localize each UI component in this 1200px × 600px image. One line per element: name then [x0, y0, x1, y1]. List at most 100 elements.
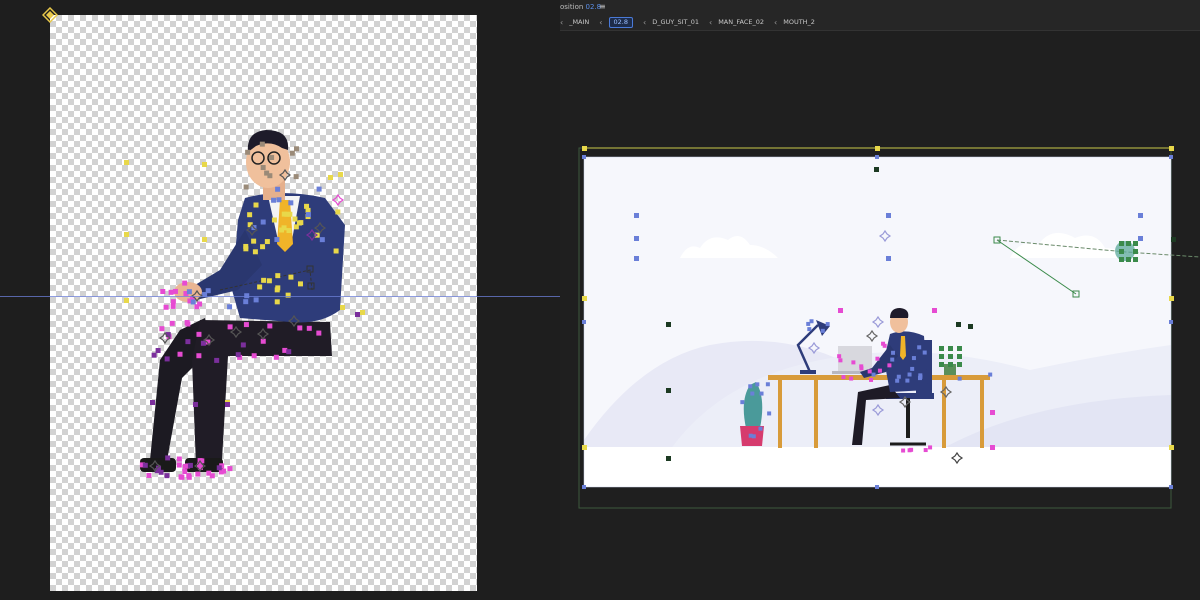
- rig-handle[interactable]: [261, 277, 267, 283]
- rig-handle[interactable]: [158, 469, 164, 475]
- rig-handle[interactable]: [988, 372, 993, 377]
- rig-handle[interactable]: [182, 469, 188, 475]
- rig-handle[interactable]: [634, 236, 639, 241]
- rig-handle[interactable]: [243, 299, 249, 305]
- rig-handle[interactable]: [886, 256, 891, 261]
- rig-handle[interactable]: [257, 284, 263, 290]
- rig-handle[interactable]: [292, 216, 298, 222]
- rig-handle[interactable]: [186, 289, 192, 295]
- rig-handle[interactable]: [750, 391, 755, 396]
- rig-handle[interactable]: [740, 400, 745, 405]
- rig-handle[interactable]: [990, 445, 995, 450]
- rig-handle[interactable]: [751, 434, 756, 439]
- layer-bounds-handle[interactable]: [1169, 320, 1173, 324]
- rig-handle[interactable]: [184, 320, 190, 326]
- rig-handle[interactable]: [1119, 241, 1124, 246]
- rig-handle[interactable]: [150, 400, 155, 405]
- rig-handle[interactable]: [755, 382, 760, 387]
- breadcrumb-item-guy-sit[interactable]: ‹ D_GUY_SIT_01: [643, 18, 699, 27]
- rig-handle[interactable]: [948, 362, 953, 367]
- rig-handle[interactable]: [355, 312, 360, 317]
- rig-handle[interactable]: [820, 328, 825, 333]
- rig-handle[interactable]: [875, 356, 880, 361]
- rig-handle[interactable]: [887, 363, 892, 368]
- rig-handle[interactable]: [968, 324, 973, 329]
- rig-handle[interactable]: [922, 350, 927, 355]
- rig-handle[interactable]: [271, 217, 277, 223]
- rig-handle[interactable]: [939, 354, 944, 359]
- rig-handle[interactable]: [891, 350, 896, 355]
- rig-handle[interactable]: [886, 213, 891, 218]
- rig-handle[interactable]: [216, 465, 222, 471]
- rig-handle[interactable]: [838, 358, 843, 363]
- rig-handle[interactable]: [807, 327, 812, 332]
- rig-handle[interactable]: [289, 150, 295, 156]
- rig-handle[interactable]: [235, 352, 241, 358]
- rig-handle[interactable]: [905, 378, 910, 383]
- rig-handle[interactable]: [172, 288, 178, 294]
- rig-handle[interactable]: [294, 146, 300, 152]
- rig-handle[interactable]: [297, 325, 303, 331]
- rig-handle[interactable]: [170, 303, 176, 309]
- rig-handle[interactable]: [253, 202, 259, 208]
- rig-handle[interactable]: [164, 356, 170, 362]
- rig-handle[interactable]: [227, 324, 233, 330]
- rig-handle[interactable]: [867, 369, 872, 374]
- rig-handle[interactable]: [901, 448, 906, 453]
- rig-handle[interactable]: [765, 382, 770, 387]
- rig-handle[interactable]: [240, 342, 246, 348]
- rig-handle[interactable]: [837, 354, 842, 359]
- rig-handle[interactable]: [1133, 257, 1138, 262]
- rig-handle[interactable]: [274, 237, 280, 243]
- rig-handle[interactable]: [266, 278, 272, 284]
- rig-handle[interactable]: [179, 474, 185, 480]
- composition-panel[interactable]: osition 02.8 ≡ ‹ _MAIN ‹ 02.8 ‹ D_GUY_SI…: [560, 0, 1200, 600]
- rig-handle[interactable]: [124, 298, 129, 303]
- rig-handle[interactable]: [1133, 249, 1138, 254]
- rig-handle[interactable]: [146, 472, 152, 478]
- rig-handle[interactable]: [634, 256, 639, 261]
- rig-handle[interactable]: [877, 368, 882, 373]
- rig-handle[interactable]: [957, 376, 962, 381]
- motion-target-blob[interactable]: [1115, 241, 1135, 261]
- rig-handle[interactable]: [990, 410, 995, 415]
- layer-bounds-handle[interactable]: [1169, 296, 1174, 301]
- rig-handle[interactable]: [328, 175, 333, 180]
- rig-handle[interactable]: [1133, 241, 1138, 246]
- rig-handle[interactable]: [298, 220, 304, 226]
- rig-handle[interactable]: [340, 305, 345, 310]
- rig-handle[interactable]: [185, 339, 191, 345]
- rig-handle[interactable]: [196, 331, 202, 337]
- rig-handle[interactable]: [288, 200, 294, 206]
- rig-handle[interactable]: [267, 323, 273, 329]
- rig-handle[interactable]: [911, 356, 916, 361]
- rig-handle[interactable]: [338, 172, 343, 177]
- rig-handle[interactable]: [251, 353, 257, 359]
- rig-handle[interactable]: [177, 351, 183, 357]
- rig-handle[interactable]: [193, 402, 198, 407]
- rig-handle[interactable]: [196, 353, 202, 359]
- rig-handle[interactable]: [948, 354, 953, 359]
- layer-bounds-handle[interactable]: [1169, 445, 1174, 450]
- rig-handle[interactable]: [182, 280, 188, 286]
- anchor-point-icon[interactable]: [42, 7, 58, 23]
- rig-handle[interactable]: [260, 244, 266, 250]
- rig-handle[interactable]: [316, 186, 322, 192]
- rig-handle[interactable]: [333, 248, 339, 254]
- rig-handle[interactable]: [806, 321, 811, 326]
- rig-handle[interactable]: [907, 372, 912, 377]
- rig-handle[interactable]: [851, 360, 856, 365]
- rig-handle[interactable]: [269, 155, 275, 161]
- breadcrumb-item-mouth[interactable]: ‹ MOUTH_2: [774, 18, 815, 27]
- rig-handle[interactable]: [159, 326, 165, 332]
- rig-handle[interactable]: [200, 340, 206, 346]
- breadcrumb-item-man-face[interactable]: ‹ MAN_FACE_02: [709, 18, 764, 27]
- layer-bounds-handle[interactable]: [875, 155, 879, 159]
- rig-handle[interactable]: [176, 462, 182, 468]
- rig-handle[interactable]: [306, 325, 312, 331]
- rig-handle[interactable]: [259, 141, 265, 147]
- rig-handle[interactable]: [825, 322, 830, 327]
- rig-handle[interactable]: [957, 354, 962, 359]
- rig-handle[interactable]: [335, 209, 341, 215]
- rig-handle[interactable]: [286, 228, 292, 234]
